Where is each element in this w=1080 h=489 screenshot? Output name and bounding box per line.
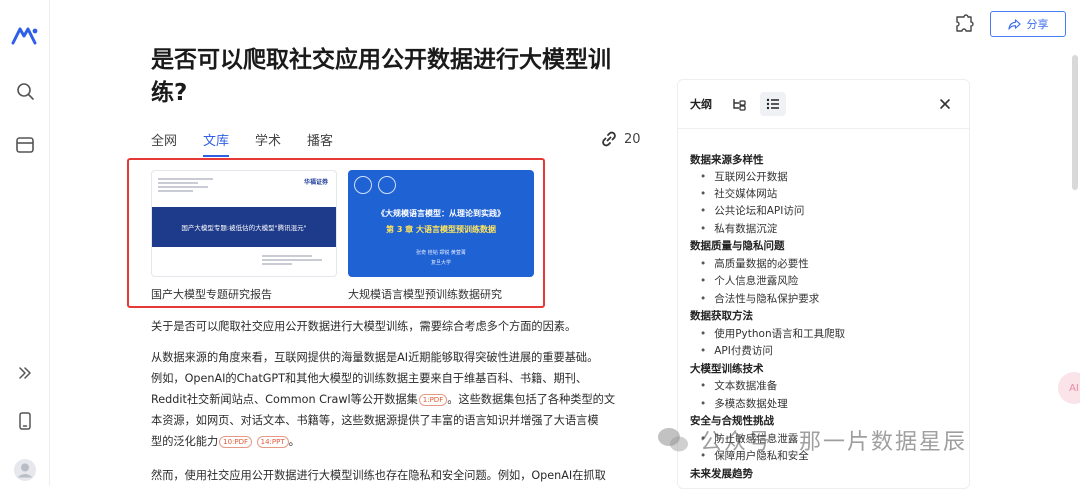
source-card-2-caption: 大规模语言模型预训练数据研究 — [348, 288, 502, 301]
thumb-2-title-1: 《大规模语言模型：从理论到实践》 — [377, 209, 505, 218]
left-rail — [0, 0, 50, 486]
outline-item[interactable]: 个人信息泄露风险 — [700, 273, 798, 288]
thumb-1-brand: 华福证券 — [303, 179, 328, 186]
user-avatar-icon[interactable] — [13, 458, 37, 482]
page-scrollbar[interactable] — [1072, 55, 1078, 190]
tab-podcast[interactable]: 播客 — [307, 130, 333, 157]
outline-item[interactable]: 合法性与隐私保护要求 — [700, 291, 819, 306]
outline-section[interactable]: 数据获取方法 — [690, 308, 753, 323]
outline-section[interactable]: 数据质量与隐私问题 — [690, 238, 785, 253]
outline-item[interactable]: 公共论坛和API访问 — [700, 203, 804, 218]
source-card-2[interactable]: 《大规模语言模型：从理论到实践》 第 3 章 大语言模型预训练数据 张奇 桂韬 … — [348, 170, 534, 302]
tab-library[interactable]: 文库 — [203, 130, 230, 157]
reference-count-value: 20 — [624, 131, 641, 147]
outline-title: 大纲 — [690, 98, 712, 111]
thumb-2-logo-1 — [354, 176, 372, 194]
thumb-2-title-2: 第 3 章 大语言模型预训练数据 — [386, 225, 496, 234]
outline-item[interactable]: 社交媒体网站 — [700, 186, 777, 201]
outline-item[interactable]: 多模态数据处理 — [700, 396, 788, 411]
paragraph-2-line-5: 型的泛化能力 10:PDF 14:PPT。 — [151, 431, 651, 452]
list-icon — [766, 98, 779, 110]
link-icon — [602, 131, 616, 147]
outline-section[interactable]: 大模型训练技术 — [690, 361, 764, 376]
share-label: 分享 — [1026, 18, 1049, 31]
plugin-icon[interactable] — [953, 13, 975, 35]
ai-assistant-float-button[interactable]: AI — [1058, 372, 1080, 404]
paragraph-3: 然而，使用社交应用公开数据进行大模型训练也存在隐私和安全问题。例如，OpenAI… — [151, 469, 606, 482]
thumb-1-footer-lines — [262, 253, 322, 267]
outline-section[interactable]: 安全与合规性挑战 — [690, 413, 774, 428]
source-tabs: 全网 文库 学术 播客 — [151, 130, 333, 157]
thumb-2-logo-2 — [378, 176, 396, 194]
reference-count[interactable]: 20 — [600, 130, 641, 148]
app-logo-icon[interactable] — [11, 24, 39, 46]
thumb-1-header-lines — [158, 176, 218, 194]
paragraph-2-line-2: 例如，OpenAI的ChatGPT和其他大模型的训练数据主要来自于维基百科、书籍… — [151, 372, 588, 385]
outline-item[interactable]: API付费访问 — [700, 343, 773, 358]
share-icon — [1007, 18, 1021, 30]
outline-section[interactable]: 未来发展趋势 — [690, 466, 753, 481]
tab-all-web[interactable]: 全网 — [151, 130, 177, 157]
expand-sidebar-icon[interactable] — [14, 362, 36, 384]
outline-item[interactable]: 使用Python语言和工具爬取 — [700, 326, 845, 341]
list-view-button[interactable] — [760, 92, 786, 116]
outline-item[interactable]: 防止敏感信息泄露 — [700, 431, 798, 446]
paragraph-2-line-5-tail: 。 — [288, 435, 300, 448]
paragraph-2-line-3: Reddit社交新闻站点、Common Crawl等公开数据集 1:PDF 。这些数… — [151, 389, 651, 410]
paragraph-1: 关于是否可以爬取社交应用公开数据进行大模型训练，需要综合考虑多个方面的因素。 — [151, 320, 577, 333]
citation-badge[interactable]: 1:PDF — [418, 394, 448, 406]
thumb-2-org: 复旦大学 — [430, 260, 451, 266]
share-button[interactable]: 分享 — [990, 11, 1066, 37]
library-icon[interactable] — [14, 134, 36, 156]
search-icon[interactable] — [14, 80, 36, 102]
outline-item[interactable]: 互联网公开数据 — [700, 169, 788, 184]
mobile-app-icon[interactable] — [14, 410, 36, 432]
tab-academic[interactable]: 学术 — [255, 130, 281, 157]
paragraph-2: 从数据来源的角度来看，互联网提供的海量数据是AI近期能够取得突破性进展的重要基础… — [151, 347, 651, 452]
outline-item[interactable]: 私有数据沉淀 — [700, 221, 777, 236]
citation-badge[interactable]: 10:PDF — [219, 436, 253, 448]
outline-item[interactable]: 高质量数据的必要性 — [700, 256, 809, 271]
thumb-2-authors: 张奇 桂韬 郑锐 黄萱菁 — [416, 250, 466, 256]
source-card-2-thumbnail: 《大规模语言模型：从理论到实践》 第 3 章 大语言模型预训练数据 张奇 桂韬 … — [348, 170, 534, 277]
outline-header-divider — [678, 128, 969, 129]
outline-panel: 大纲 数据来源多样性 互联网公开数据 社交媒体网站 公共论坛和API访问 私有数… — [677, 79, 970, 489]
outline-item[interactable]: 保障用户隐私和安全 — [700, 448, 809, 463]
page-title-line-2: 练? — [151, 80, 188, 106]
outline-item[interactable]: 文本数据准备 — [700, 378, 777, 393]
source-card-1-caption: 国产大模型专题研究报告 — [151, 288, 272, 301]
source-card-1[interactable]: 华福证券 国产大模型专题:被低估的大模型"腾讯混元" 国产大模型专题研究报告 — [151, 170, 337, 302]
mindmap-icon[interactable] — [732, 96, 748, 112]
outline-header: 大纲 — [678, 80, 969, 128]
paragraph-2-line-1: 从数据来源的角度来看，互联网提供的海量数据是AI近期能够取得突破性进展的重要基础… — [151, 351, 599, 364]
paragraph-2-line-3-text: Reddit社交新闻站点、Common Crawl等公开数据集 — [151, 393, 418, 406]
citation-badge[interactable]: 14:PPT — [256, 436, 289, 448]
outline-section[interactable]: 数据来源多样性 — [690, 152, 764, 167]
thumb-1-title: 国产大模型专题:被低估的大模型"腾讯混元" — [152, 207, 336, 247]
paragraph-2-line-3-tail: 。这些数据集包括了各种类型的文 — [447, 393, 616, 406]
paragraph-2-line-5-text: 型的泛化能力 — [151, 435, 219, 448]
close-icon[interactable] — [939, 98, 951, 110]
page-title: 是否可以爬取社交应用公开数据进行大模型训 练? — [151, 44, 621, 110]
paragraph-2-line-4: 本资源，如网页、对话文本、书籍等，这些数据源提供了丰富的语言知识并增强了大语言模 — [151, 414, 599, 427]
source-card-1-thumbnail: 华福证券 国产大模型专题:被低估的大模型"腾讯混元" — [151, 170, 337, 277]
page-title-line-1: 是否可以爬取社交应用公开数据进行大模型训 — [151, 47, 611, 73]
